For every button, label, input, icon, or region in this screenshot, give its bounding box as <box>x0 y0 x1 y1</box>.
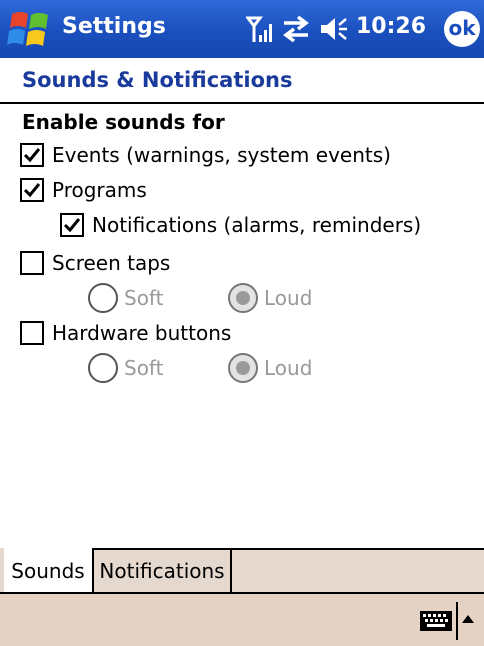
sync-icon[interactable] <box>280 14 312 44</box>
screen-taps-checkbox-row[interactable]: Screen taps <box>20 248 170 278</box>
check-icon <box>63 218 81 233</box>
windows-start-icon[interactable] <box>6 8 54 50</box>
menu-bar <box>0 592 484 646</box>
events-checkbox-row[interactable]: Events (warnings, system events) <box>20 140 391 170</box>
events-checkbox[interactable] <box>20 143 44 167</box>
tab-notifications[interactable]: Notifications <box>94 548 232 592</box>
notifications-checkbox-row[interactable]: Notifications (alarms, reminders) <box>60 210 421 240</box>
tab-sounds[interactable]: Sounds <box>4 548 94 592</box>
tab-strip-border <box>232 548 484 550</box>
page-title: Sounds & Notifications <box>22 68 293 92</box>
screen-taps-loud-label: Loud <box>264 286 313 310</box>
radio-circle[interactable] <box>228 353 258 383</box>
signal-icon[interactable] <box>246 14 276 44</box>
hardware-buttons-loud-label: Loud <box>264 356 313 380</box>
programs-checkbox-row[interactable]: Programs <box>20 175 147 205</box>
tab-strip: Sounds Notifications <box>0 548 484 592</box>
app-title: Settings <box>62 14 166 39</box>
check-icon <box>23 148 41 163</box>
divider <box>0 102 484 104</box>
chevron-up-icon[interactable] <box>461 612 475 626</box>
programs-checkbox[interactable] <box>20 178 44 202</box>
screen-taps-soft-label: Soft <box>124 286 164 310</box>
notifications-label: Notifications (alarms, reminders) <box>92 213 422 237</box>
notifications-checkbox[interactable] <box>60 213 84 237</box>
hardware-buttons-checkbox[interactable] <box>20 321 44 345</box>
radio-circle[interactable] <box>228 283 258 313</box>
screen-taps-label: Screen taps <box>52 251 171 275</box>
programs-label: Programs <box>52 178 147 202</box>
title-bar: Settings 10:26 ok <box>0 0 484 58</box>
events-label: Events (warnings, system events) <box>52 143 391 167</box>
screen-taps-loud-radio[interactable]: Loud <box>228 281 312 315</box>
clock[interactable]: 10:26 <box>356 14 426 39</box>
hardware-buttons-soft-radio[interactable]: Soft <box>88 351 163 385</box>
volume-icon[interactable] <box>318 14 348 44</box>
radio-circle[interactable] <box>88 353 118 383</box>
ok-button[interactable]: ok <box>444 11 480 47</box>
radio-dot <box>236 361 250 375</box>
check-icon <box>23 183 41 198</box>
keyboard-icon[interactable] <box>419 610 453 632</box>
hardware-buttons-checkbox-row[interactable]: Hardware buttons <box>20 318 231 348</box>
hardware-buttons-loud-radio[interactable]: Loud <box>228 351 312 385</box>
screen-taps-soft-radio[interactable]: Soft <box>88 281 163 315</box>
sip-divider <box>456 602 458 640</box>
section-label: Enable sounds for <box>22 110 225 134</box>
hardware-buttons-soft-label: Soft <box>124 356 164 380</box>
hardware-buttons-label: Hardware buttons <box>52 321 232 345</box>
screen-taps-checkbox[interactable] <box>20 251 44 275</box>
radio-circle[interactable] <box>88 283 118 313</box>
radio-dot <box>236 291 250 305</box>
